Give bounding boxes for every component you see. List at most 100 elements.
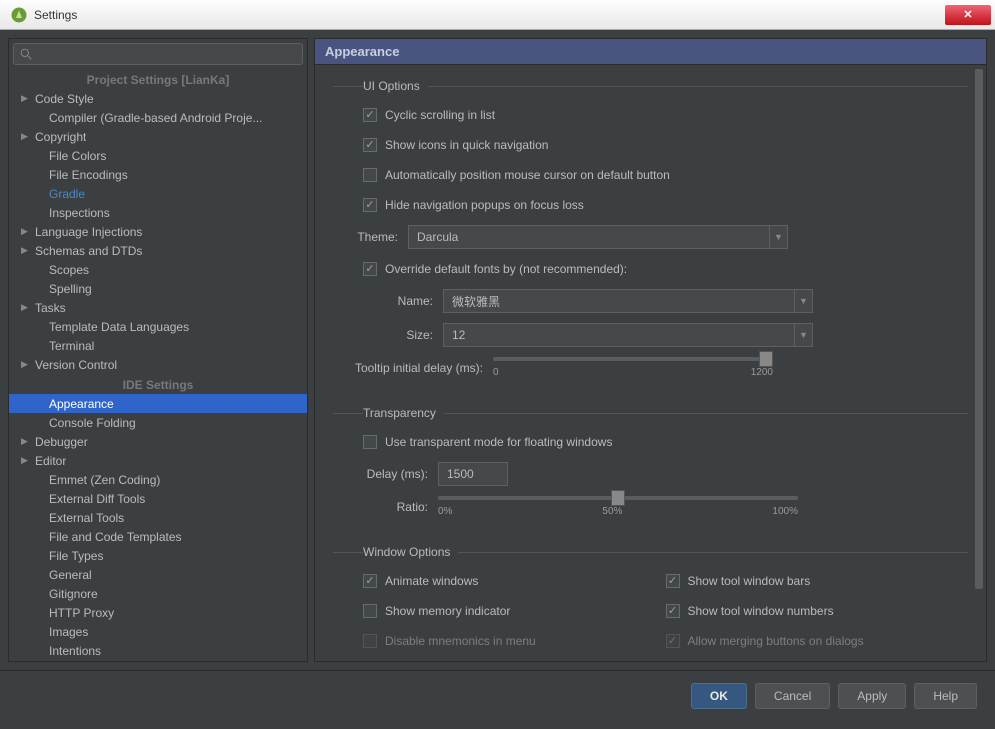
tree-item-label: HTTP Proxy (49, 606, 114, 620)
expand-arrow-icon: ▶ (21, 226, 31, 237)
override-fonts-label: Override default fonts by (not recommend… (385, 262, 627, 276)
search-input[interactable] (13, 43, 303, 65)
cancel-button[interactable]: Cancel (755, 683, 830, 709)
tree-item[interactable]: Appearance (9, 394, 307, 413)
font-size-label: Size: (383, 328, 433, 342)
expand-arrow-icon: ▶ (21, 93, 31, 104)
app-icon (10, 6, 28, 24)
tree-item[interactable]: File and Code Templates (9, 527, 307, 546)
memory-label: Show memory indicator (385, 604, 510, 618)
tree-item-label: Editor (35, 454, 66, 468)
tree-item[interactable]: Inspections (9, 203, 307, 222)
transparency-group: Transparency Use transparent mode for fl… (333, 406, 968, 535)
tree-item[interactable]: ▶ Language Injections (9, 222, 307, 241)
tree-item[interactable]: Emmet (Zen Coding) (9, 470, 307, 489)
dialog-footer: OK Cancel Apply Help (0, 670, 995, 720)
font-size-select[interactable]: 12▼ (443, 323, 813, 347)
tree-item[interactable]: ▶Version Control (9, 355, 307, 374)
tree-item[interactable]: External Tools (9, 508, 307, 527)
tree-item-label: Scopes (49, 263, 89, 277)
expand-arrow-icon: ▶ (21, 302, 31, 313)
tree-item[interactable]: Scopes (9, 260, 307, 279)
tree-item[interactable]: Gradle (9, 184, 307, 203)
tree-item[interactable]: HTTP Proxy (9, 603, 307, 622)
titlebar: Settings ✕ (0, 0, 995, 30)
autopos-checkbox[interactable] (363, 168, 377, 182)
ui-options-legend: UI Options (363, 79, 428, 93)
tree-item-label: Inspections (49, 206, 110, 220)
tree-item[interactable]: Images (9, 622, 307, 641)
expand-arrow-icon: ▶ (21, 359, 31, 370)
icons-label: Show icons in quick navigation (385, 138, 548, 152)
tree-item-label: Language Injections (35, 225, 142, 239)
tree-item[interactable]: File Encodings (9, 165, 307, 184)
chevron-down-icon: ▼ (769, 226, 787, 248)
tree-item-label: Gradle (49, 187, 85, 201)
transparent-mode-checkbox[interactable] (363, 435, 377, 449)
toolbar-checkbox[interactable] (666, 574, 680, 588)
main-title: Appearance (315, 39, 986, 65)
window-title: Settings (34, 8, 945, 22)
animate-label: Animate windows (385, 574, 478, 588)
merge-checkbox[interactable] (666, 634, 680, 648)
animate-checkbox[interactable] (363, 574, 377, 588)
tree-item-label: Spelling (49, 282, 92, 296)
tree-item-label: External Diff Tools (49, 492, 145, 506)
tree-item[interactable]: ▶Schemas and DTDs (9, 241, 307, 260)
ratio-slider[interactable]: 0%50%100% (438, 496, 798, 517)
memory-checkbox[interactable] (363, 604, 377, 618)
trans-delay-input[interactable]: 1500 (438, 462, 508, 486)
tree-item[interactable]: ▶Code Style (9, 89, 307, 108)
ok-button[interactable]: OK (691, 683, 747, 709)
tree-item-label: Intentions (49, 644, 101, 658)
hidepop-checkbox[interactable] (363, 198, 377, 212)
tree-item-label: Tasks (35, 301, 66, 315)
tree-item-label: Emmet (Zen Coding) (49, 473, 160, 487)
tree-item-label: File Colors (49, 149, 106, 163)
tree-item[interactable]: File Types (9, 546, 307, 565)
cyclic-checkbox[interactable] (363, 108, 377, 122)
tree-item[interactable]: Template Data Languages (9, 317, 307, 336)
tree-item[interactable]: Gitignore (9, 584, 307, 603)
disable-mnemonics-checkbox[interactable] (363, 634, 377, 648)
tree-item[interactable]: ▶Copyright (9, 127, 307, 146)
tree-item[interactable]: ▶ Debugger (9, 432, 307, 451)
disable-mnemonics-label: Disable mnemonics in menu (385, 634, 536, 648)
tree-item-label: General (49, 568, 92, 582)
tree-item[interactable]: ▶Editor (9, 451, 307, 470)
tree-item-label: File Types (49, 549, 103, 563)
main-scrollbar[interactable] (974, 69, 984, 659)
autopos-label: Automatically position mouse cursor on d… (385, 168, 670, 182)
tree-item[interactable]: External Diff Tools (9, 489, 307, 508)
help-button[interactable]: Help (914, 683, 977, 709)
tree-item-label: Compiler (Gradle-based Android Proje... (49, 111, 262, 125)
settings-tree[interactable]: Project Settings [LianKa] ▶Code StyleCom… (9, 69, 307, 661)
search-icon (20, 48, 33, 61)
toolnums-checkbox[interactable] (666, 604, 680, 618)
tree-item[interactable]: Compiler (Gradle-based Android Proje... (9, 108, 307, 127)
tree-item-label: External Tools (49, 511, 124, 525)
tree-item[interactable]: Console Folding (9, 413, 307, 432)
tree-item[interactable]: General (9, 565, 307, 584)
window-close-button[interactable]: ✕ (945, 5, 991, 25)
chevron-down-icon: ▼ (794, 290, 812, 312)
ui-options-group: UI Options Cyclic scrolling in list Show… (333, 79, 968, 396)
theme-select[interactable]: Darcula▼ (408, 225, 788, 249)
tree-item-label: Debugger (35, 435, 88, 449)
tree-item[interactable]: File Colors (9, 146, 307, 165)
tree-item[interactable]: Spelling (9, 279, 307, 298)
tooltip-delay-slider[interactable]: 01200 (493, 357, 773, 378)
tree-item[interactable]: ▶ Tasks (9, 298, 307, 317)
tree-item[interactable]: Terminal (9, 336, 307, 355)
tree-item[interactable]: Intentions (9, 641, 307, 660)
override-fonts-checkbox[interactable] (363, 262, 377, 276)
tree-item-label: Template Data Languages (49, 320, 189, 334)
window-options-group: Window Options Animate windows Show memo… (333, 545, 968, 661)
font-name-label: Name: (383, 294, 433, 308)
tree-item-label: Gitignore (49, 587, 98, 601)
font-name-select[interactable]: 微软雅黑▼ (443, 289, 813, 313)
icons-checkbox[interactable] (363, 138, 377, 152)
expand-arrow-icon: ▶ (21, 436, 31, 447)
chevron-down-icon: ▼ (794, 324, 812, 346)
apply-button[interactable]: Apply (838, 683, 906, 709)
